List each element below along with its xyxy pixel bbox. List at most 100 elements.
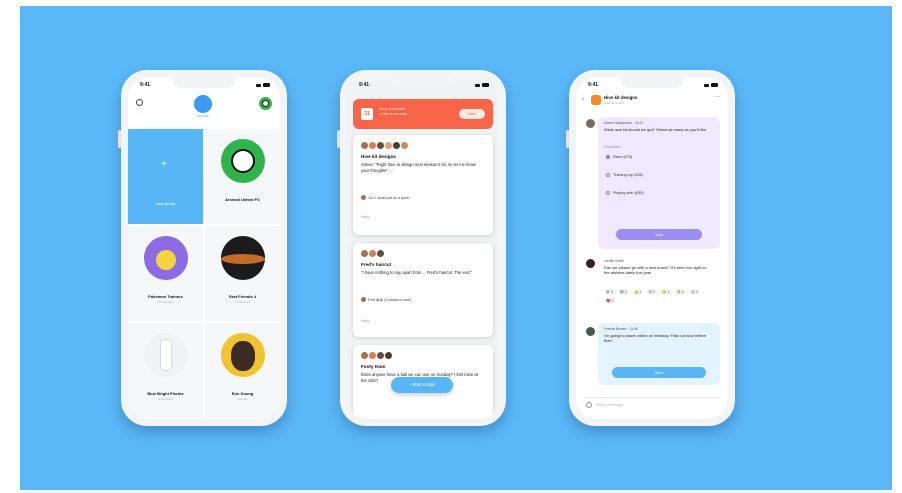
tile-subtitle: 3 members — [157, 397, 173, 401]
tile-subtitle: Friends — [237, 397, 248, 401]
message-author: Francis Bowen · 11:45 — [604, 327, 638, 331]
status-bar: 9:41 — [588, 81, 718, 89]
reminder-banner[interactable]: 31 Enter a reminder or this is not easy … — [353, 99, 493, 129]
vote-button[interactable]: Vote — [616, 229, 702, 240]
poll-option[interactable]: Playing shirt (£55) — [606, 191, 644, 195]
radio-icon — [606, 155, 610, 159]
avatar — [586, 327, 595, 336]
participant-avatars — [361, 250, 385, 257]
reaction-chip[interactable]: 👍 1 — [631, 289, 644, 295]
reply-link[interactable]: Reply — [361, 215, 370, 219]
status-bar: 9:41 — [359, 81, 489, 89]
reaction-chip[interactable]: 🔥 2 — [674, 289, 687, 295]
phone-feed: 9:41 31 Enter a reminder or this is not … — [337, 70, 506, 426]
poll-label: Poll options — [604, 145, 621, 149]
tile-title: Blue Bright Photos — [147, 391, 184, 396]
topic-card[interactable]: ··· Fred's haircut "I have nothing to sa… — [353, 243, 493, 337]
status-bar: 9:41 — [140, 81, 270, 89]
gear-icon[interactable] — [136, 99, 143, 106]
avatar[interactable] — [194, 95, 212, 113]
status-time: 9:41 — [140, 82, 151, 88]
chat-screen: 9:41 ‹ Hive kit designs Arsenal United ·… — [576, 77, 728, 419]
banner-line-2: or this is not easy — [379, 112, 407, 117]
group-subtitle: Arsenal United — [604, 101, 624, 105]
camera-icon[interactable] — [586, 402, 592, 408]
reply-author: Jordan Smith — [604, 259, 624, 263]
group-tile[interactable]: Erin Duong Friends — [205, 323, 280, 418]
side-button — [118, 130, 121, 148]
poll-option-label: Playing shirt (£55) — [613, 191, 644, 195]
poll-message: Aimee Hargreaves · 11:22 What new kit sh… — [598, 117, 720, 249]
more-icon[interactable]: ··· — [480, 141, 485, 147]
group-tile[interactable]: Arsenal United FC — [205, 129, 280, 224]
tile-subtitle: 7 members — [234, 300, 250, 304]
avatar — [586, 119, 595, 128]
compose-bar[interactable]: Write a message — [584, 397, 720, 410]
compose-placeholder[interactable]: Write a message — [596, 403, 623, 407]
radio-icon — [606, 191, 610, 195]
topic-card[interactable]: ··· Hive kit designs Aimee: "Right time … — [353, 135, 493, 235]
bottle-image — [144, 333, 188, 377]
avatar — [586, 259, 595, 268]
soccer-ball-icon[interactable] — [259, 97, 272, 110]
poll-author: Aimee Hargreaves · 11:22 — [604, 121, 644, 125]
reaction-chip[interactable]: 😀 3 — [604, 289, 615, 295]
card-title: Hive kit designs — [361, 154, 396, 159]
banner-text: Enter a reminder or this is not easy — [379, 107, 407, 117]
status-time: 9:41 — [359, 82, 370, 88]
tile-title: Erin Duong — [231, 391, 254, 396]
poll-option-label: Retro (£75) — [613, 155, 633, 159]
calendar-icon: 31 — [361, 108, 373, 120]
reaction-list: 😀 3 😂 2 👍 1 😍 2 👏 1 🔥 2 😮 1 ❤️ 2 — [604, 289, 714, 304]
radio-icon — [606, 173, 610, 177]
group-icon — [591, 95, 601, 105]
phone-groups: 9:41 Structure + New group Arsenal Unite… — [118, 70, 287, 426]
reaction-chip[interactable]: 👏 1 — [660, 289, 672, 295]
card-body: "I have nothing to say apart from… Fred'… — [361, 270, 473, 275]
back-icon[interactable]: ‹ — [582, 94, 585, 103]
pikachu-image — [144, 236, 188, 280]
message-text: I'm going to place orders on Monday. Fin… — [604, 333, 706, 344]
more-icon[interactable]: ··· — [714, 94, 720, 100]
reaction-chip[interactable]: 😂 2 — [617, 289, 629, 295]
group-tile[interactable]: Blue Bright Photos 3 members — [128, 323, 203, 418]
tile-title: Fast Friends 4 — [228, 294, 257, 299]
info-message: Francis Bowen · 11:45 I'm going to place… — [598, 323, 720, 385]
side-button — [566, 130, 569, 148]
tile-title: Pokemon Trainers — [148, 294, 183, 299]
feed-screen: 9:41 31 Enter a reminder or this is not … — [347, 77, 499, 419]
profile-label: Structure — [196, 114, 210, 118]
group-image — [221, 236, 265, 280]
group-name: Hive kit designs — [604, 95, 638, 100]
reply-link[interactable]: Reply — [361, 319, 370, 323]
tile-subtitle: 14 members — [157, 300, 174, 304]
reaction-chip[interactable]: 😮 1 — [689, 289, 700, 295]
group-tile[interactable]: Fast Friends 4 7 members — [205, 226, 280, 321]
poll-question: What new kit should we get? Select as ma… — [604, 127, 707, 132]
banner-button[interactable]: Invite — [459, 109, 485, 119]
card-title: Footy team — [361, 364, 386, 369]
soccer-ball-icon — [221, 139, 265, 183]
participant-avatars — [361, 142, 409, 149]
phone-chat: 9:41 ‹ Hive kit designs Arsenal United ·… — [566, 70, 735, 426]
card-title: Fred's haircut — [361, 262, 392, 267]
new-group-tile[interactable]: + New group — [128, 129, 203, 224]
poll-option[interactable]: Training top (£35) — [606, 173, 643, 177]
plus-icon: + — [161, 159, 167, 170]
reaction-chip[interactable]: 😍 2 — [646, 289, 658, 295]
person-image — [221, 333, 265, 377]
more-icon[interactable]: ··· — [480, 249, 485, 255]
side-button — [337, 130, 340, 148]
reaction-chip[interactable]: ❤️ 2 — [604, 298, 616, 304]
card-note: Fred 😀😀 (3 reactions more) — [361, 297, 411, 302]
start-topic-button[interactable]: + Start a topic — [391, 377, 453, 393]
card-note: Jon: I would just do a quick! — [361, 195, 410, 200]
card-note-text: Jon: I would just do a quick! — [368, 195, 410, 200]
groups-header: Structure — [128, 93, 280, 119]
poll-option-label: Training top (£35) — [613, 173, 643, 177]
view-button[interactable]: View — [612, 367, 706, 378]
participant-avatars — [361, 352, 393, 359]
group-tile[interactable]: Pokemon Trainers 14 members — [128, 226, 203, 321]
poll-option[interactable]: Retro (£75) — [606, 155, 632, 159]
tile-title: New group — [155, 201, 176, 206]
